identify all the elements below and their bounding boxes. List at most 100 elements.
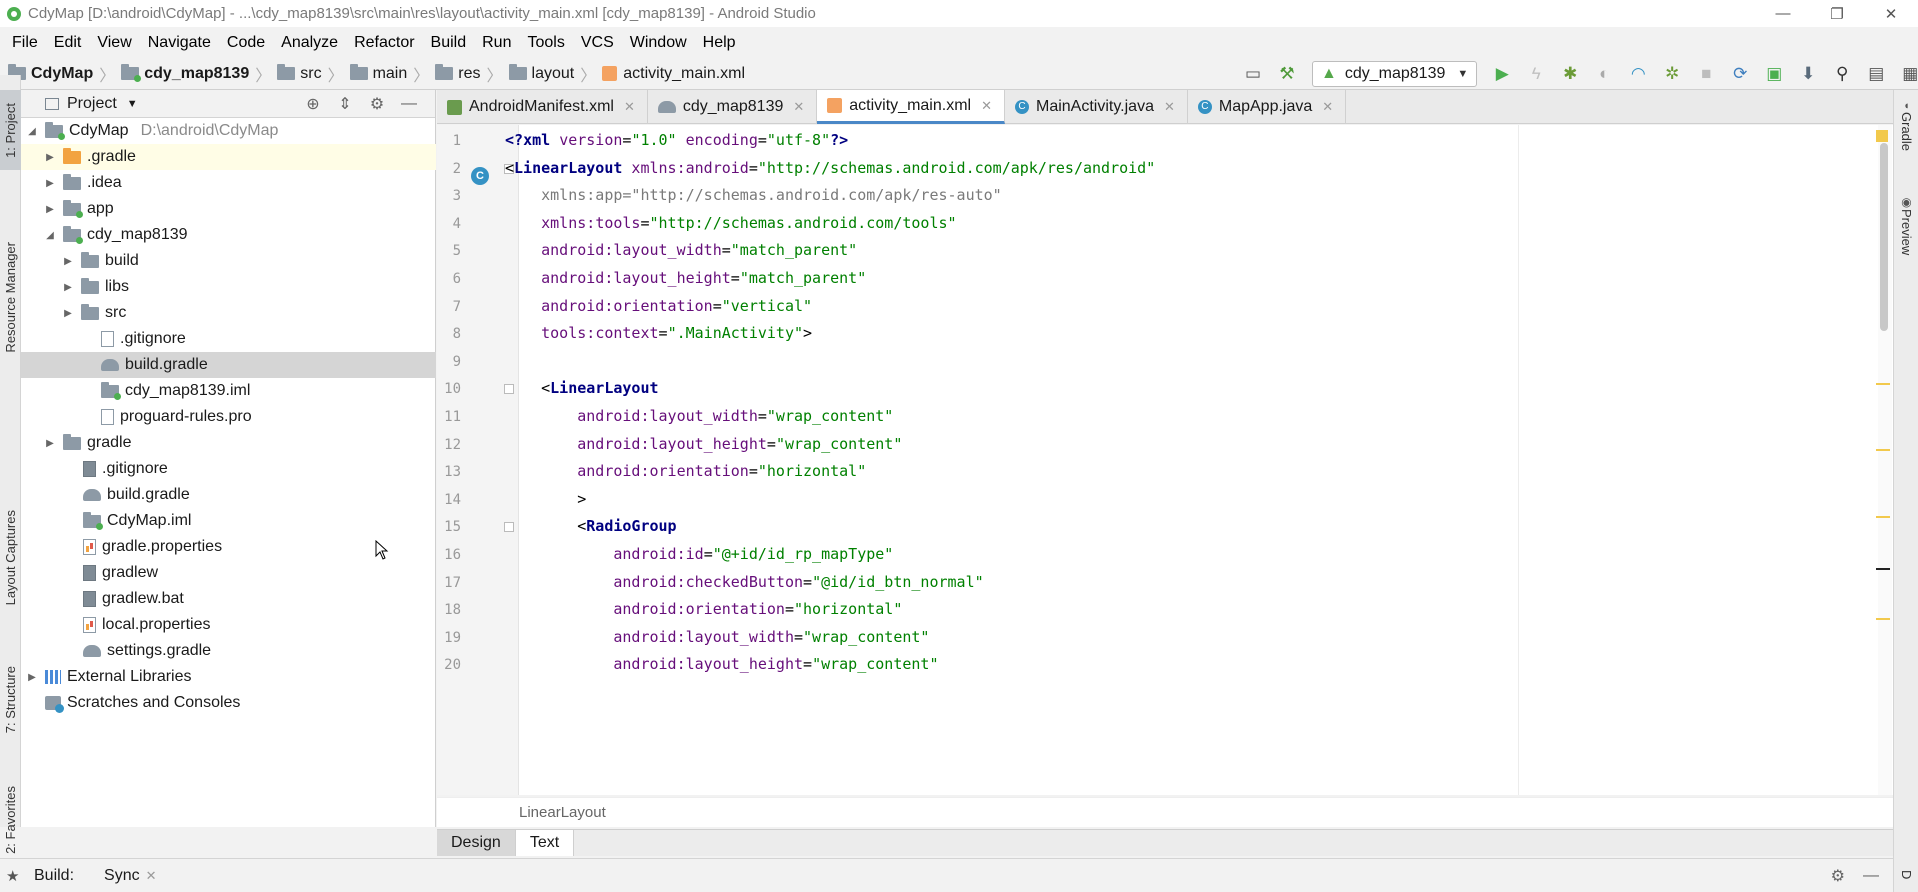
tree-item-module-gitignore[interactable]: .gitignore [21,326,436,352]
tree-item-cdy-map8139[interactable]: ◢ cdy_map8139 [21,222,436,248]
apply-changes-icon[interactable]: ϟ [1519,58,1553,90]
stop-icon[interactable]: ■ [1689,58,1723,90]
code-line[interactable]: android:orientation="horizontal" [505,600,902,618]
menu-tools[interactable]: Tools [519,34,572,52]
layout-inspector-icon[interactable]: ▭ [1236,58,1270,90]
tree-item-local-properties[interactable]: local.properties [21,612,436,638]
code-editor[interactable]: C 1 2 3 4 5 6 7 8 9 10 11 12 13 14 15 16 17 18 19 20 <?xml … [437,125,1893,795]
menu-help[interactable]: Help [695,34,744,52]
menu-refactor[interactable]: Refactor [346,34,422,52]
menu-file[interactable]: File [4,34,46,52]
maximize-button[interactable]: ❐ [1810,0,1864,27]
code-line[interactable]: android:layout_width="wrap_content" [505,407,893,425]
code-line[interactable]: android:layout_height="match_parent" [505,269,866,287]
crumb-res[interactable]: res [435,64,481,83]
menu-window[interactable]: Window [622,34,695,52]
tab-gradle[interactable]: ◖ Gradle [1894,100,1918,151]
tree-item-gradle-dir[interactable]: ▶ .gradle [21,144,436,170]
close-icon[interactable]: ✕ [1164,99,1175,115]
code-line[interactable]: android:layout_width="wrap_content" [505,628,929,646]
tab-cdy-map8139[interactable]: cdy_map8139 ✕ [648,90,818,124]
menu-vcs[interactable]: VCS [573,34,622,52]
warning-marker[interactable] [1876,516,1890,518]
menu-build[interactable]: Build [423,34,475,52]
attach-debugger-icon[interactable]: ✲ [1655,58,1689,90]
tree-item-gradle[interactable]: ▶ gradle [21,430,436,456]
scrollbar-thumb[interactable] [1880,143,1888,331]
tab-mapapp-java[interactable]: C MapApp.java ✕ [1188,90,1347,124]
favorites-star-icon[interactable]: ★ [6,867,19,885]
tree-item-gradle-properties[interactable]: gradle.properties [21,534,436,560]
project-view-selector[interactable]: Project ▼ [45,95,138,113]
code-line[interactable]: <?xml version="1.0" encoding="utf-8"?> [505,131,848,149]
tree-item-module-iml[interactable]: cdy_map8139.iml [21,378,436,404]
avd-manager-icon[interactable]: ▣ [1757,58,1791,90]
debug-icon[interactable]: ✱ [1553,58,1587,90]
crumb-module[interactable]: cdy_map8139 [121,64,249,83]
sdk-manager-icon[interactable]: ⬇ [1791,58,1825,90]
class-reference-icon[interactable]: C [471,167,489,185]
tree-item-external-libraries[interactable]: ▶ External Libraries [21,664,436,690]
close-icon[interactable]: ✕ [1322,99,1333,115]
sync-gradle-icon[interactable]: ⟳ [1723,58,1757,90]
tab-device-file-explorer[interactable]: D [1894,870,1918,879]
menu-view[interactable]: View [89,34,139,52]
crumb-main[interactable]: main [349,64,407,83]
profile-icon[interactable]: ◐ [1587,58,1621,90]
tree-item-module-build-gradle[interactable]: build.gradle [21,352,436,378]
locate-file-icon[interactable]: ⊕ [297,94,329,114]
code-line[interactable]: xmlns:tools="http://schemas.android.com/… [505,214,956,232]
code-line[interactable]: android:checkedButton="@id/id_btn_normal… [505,573,983,591]
menu-edit[interactable]: Edit [46,34,90,52]
tab-structure[interactable]: 7: Structure [0,640,21,760]
tab-preview[interactable]: ◉ Preview [1894,195,1918,255]
run-icon[interactable]: ▶ [1485,58,1519,90]
search-icon[interactable]: ⚲ [1825,58,1859,90]
tree-item-gradlew-bat[interactable]: gradlew.bat [21,586,436,612]
run-configuration-dropdown[interactable]: ▲ cdy_map8139 ▼ [1312,61,1478,87]
close-icon[interactable]: ✕ [146,868,157,884]
make-project-hammer-icon[interactable]: ⚒ [1270,58,1304,90]
hide-panel-icon[interactable]: — [1863,867,1879,885]
tree-item-app[interactable]: ▶ app [21,196,436,222]
tree-item-root-gitignore[interactable]: .gitignore [21,456,436,482]
close-icon[interactable]: ✕ [793,99,804,115]
tree-item-settings-gradle[interactable]: settings.gradle [21,638,436,664]
close-button[interactable]: ✕ [1864,0,1918,27]
warning-marker[interactable] [1876,383,1890,385]
tab-activity-main-xml[interactable]: activity_main.xml ✕ [817,90,1005,124]
code-line[interactable]: tools:context=".MainActivity"> [505,324,812,342]
gear-icon[interactable]: ⚙ [1831,866,1845,886]
code-line[interactable]: android:id="@+id/id_rp_mapType" [505,545,893,563]
tree-item-root[interactable]: ◢ CdyMap D:\android\CdyMap [21,118,436,144]
collapse-all-icon[interactable]: ⇕ [329,94,361,114]
crumb-file[interactable]: activity_main.xml [602,65,745,83]
menu-navigate[interactable]: Navigate [140,34,219,52]
code-line[interactable]: android:orientation="horizontal" [505,462,866,480]
tree-item-cdymap-iml[interactable]: CdyMap.iml [21,508,436,534]
tab-resource-manager[interactable]: Resource Manager [0,220,21,375]
tab-design[interactable]: Design [437,830,516,856]
inspection-status-icon[interactable] [1876,130,1888,142]
tree-item-root-build-gradle[interactable]: build.gradle [21,482,436,508]
tree-item-build-dir[interactable]: ▶ build [21,248,436,274]
code-line[interactable]: <LinearLayout xmlns:android="http://sche… [505,159,1155,177]
tree-item-scratches[interactable]: Scratches and Consoles [21,690,436,716]
hide-panel-icon[interactable]: — [393,95,425,113]
code-line[interactable]: android:layout_height="wrap_content" [505,655,938,673]
tree-item-src[interactable]: ▶ src [21,300,436,326]
tab-text[interactable]: Text [515,830,575,856]
tab-project[interactable]: 1: Project [0,90,21,170]
settings-icon[interactable]: ▦ [1893,58,1918,90]
tab-main-activity-java[interactable]: C MainActivity.java ✕ [1005,90,1188,124]
tab-sync[interactable]: Sync ✕ [104,867,156,885]
menu-analyze[interactable]: Analyze [273,34,346,52]
crumb-layout[interactable]: layout [508,64,574,83]
tree-item-libs[interactable]: ▶ libs [21,274,436,300]
code-line[interactable]: android:orientation="vertical" [505,297,812,315]
tree-item-idea[interactable]: ▶ .idea [21,170,436,196]
minimize-button[interactable]: — [1756,0,1810,27]
menu-code[interactable]: Code [219,34,273,52]
close-icon[interactable]: ✕ [624,99,635,115]
crumb-src[interactable]: src [277,64,322,83]
